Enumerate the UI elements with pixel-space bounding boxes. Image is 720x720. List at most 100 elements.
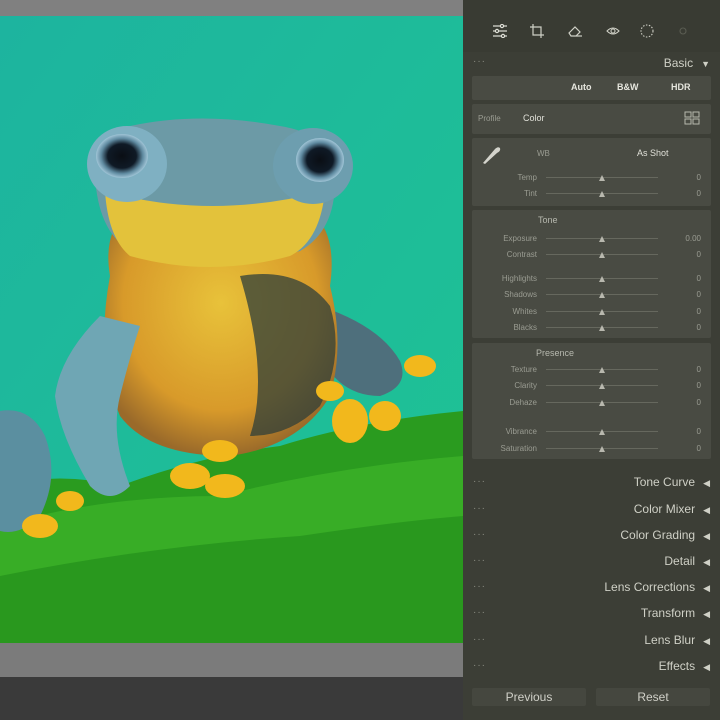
contrast-slider-row: Contrast 0 (472, 248, 711, 262)
texture-slider-thumb[interactable] (599, 367, 605, 373)
presence-subtitle: Presence (536, 348, 575, 358)
shadows-value[interactable]: 0 (697, 290, 701, 299)
presets-icon[interactable] (672, 20, 694, 42)
dehaze-value[interactable]: 0 (697, 398, 701, 407)
whites-label: Whites (512, 307, 537, 316)
sliders-icon[interactable] (489, 20, 511, 42)
vibrance-slider-thumb[interactable] (599, 429, 605, 435)
auto-row: Auto B&W HDR (472, 76, 711, 100)
chevron-left-icon: ◀ (703, 531, 710, 541)
tint-label: Tint (523, 189, 537, 198)
exposure-value[interactable]: 0.00 (685, 234, 701, 243)
section-drag-handle[interactable]: ··· (473, 476, 486, 487)
section-drag-handle[interactable]: ··· (473, 555, 486, 566)
shadows-slider-thumb[interactable] (599, 292, 605, 298)
chevron-left-icon: ◀ (703, 636, 710, 646)
section-header-effects[interactable]: Effects ◀ (659, 659, 710, 673)
dehaze-slider-row: Dehaze 0 (472, 396, 711, 410)
blacks-slider-thumb[interactable] (599, 325, 605, 331)
contrast-slider-thumb[interactable] (599, 252, 605, 258)
chevron-left-icon: ◀ (703, 583, 710, 593)
clarity-label: Clarity (514, 381, 537, 390)
saturation-slider-thumb[interactable] (599, 446, 605, 452)
eyedropper-icon[interactable] (480, 144, 502, 171)
saturation-label: Saturation (500, 444, 537, 453)
tint-slider-thumb[interactable] (599, 191, 605, 197)
section-drag-handle[interactable]: ··· (473, 503, 486, 514)
whites-value[interactable]: 0 (697, 307, 701, 316)
auto-button[interactable]: Auto (571, 82, 592, 92)
shadows-label: Shadows (504, 290, 537, 299)
filmstrip-bar (0, 677, 463, 720)
temp-value[interactable]: 0 (697, 173, 701, 182)
highlights-label: Highlights (501, 274, 537, 283)
edit-toolbar (463, 0, 720, 52)
exposure-slider-thumb[interactable] (599, 236, 605, 242)
profile-select[interactable]: Color (523, 113, 545, 123)
dehaze-slider-thumb[interactable] (599, 400, 605, 406)
clarity-value[interactable]: 0 (697, 381, 701, 390)
highlights-slider-thumb[interactable] (599, 276, 605, 282)
section-drag-handle[interactable]: ··· (473, 660, 486, 671)
section-drag-handle[interactable]: ··· (473, 581, 486, 592)
section-drag-handle[interactable]: ··· (473, 634, 486, 645)
temp-slider-row: Temp 0 (472, 171, 711, 185)
section-title: Effects (658, 659, 696, 673)
section-title: Lens Blur (644, 633, 696, 647)
temp-label: Temp (517, 173, 537, 182)
texture-slider-row: Texture 0 (472, 363, 711, 377)
crop-icon[interactable] (526, 20, 548, 42)
whites-slider-thumb[interactable] (599, 309, 605, 315)
texture-value[interactable]: 0 (697, 365, 701, 374)
reset-button[interactable]: Reset (596, 688, 710, 706)
bw-button[interactable]: B&W (617, 82, 639, 92)
section-header-color-grading[interactable]: Color Grading ◀ (620, 528, 710, 542)
eraser-icon[interactable] (564, 20, 586, 42)
saturation-value[interactable]: 0 (697, 444, 701, 453)
profile-browser-icon[interactable] (684, 110, 700, 131)
contrast-value[interactable]: 0 (697, 250, 701, 259)
section-title: Detail (664, 554, 696, 568)
section-title: Tone Curve (633, 475, 696, 489)
highlights-slider-row: Highlights 0 (472, 272, 711, 286)
section-drag-handle[interactable]: ··· (473, 56, 486, 67)
section-header-transform[interactable]: Transform ◀ (641, 606, 710, 620)
chevron-down-icon: ▼ (701, 59, 710, 69)
canvas-top-margin (0, 0, 463, 16)
section-header-detail[interactable]: Detail ◀ (664, 554, 710, 568)
blacks-value[interactable]: 0 (697, 323, 701, 332)
section-header-lens-blur[interactable]: Lens Blur ◀ (644, 633, 710, 647)
chevron-left-icon: ◀ (703, 557, 710, 567)
hdr-button[interactable]: HDR (671, 82, 691, 92)
canvas-bottom-margin (0, 643, 463, 677)
redeye-icon[interactable] (602, 20, 624, 42)
highlights-value[interactable]: 0 (697, 274, 701, 283)
exposure-slider-row: Exposure 0.00 (472, 232, 711, 246)
profile-row: Profile Color (472, 104, 711, 134)
masking-icon[interactable] (636, 20, 658, 42)
frog-photo[interactable] (0, 16, 463, 643)
tone-subtitle: Tone (538, 215, 558, 225)
basic-section-header[interactable]: Basic ▼ (664, 56, 710, 70)
previous-button[interactable]: Previous (472, 688, 586, 706)
wb-select[interactable]: As Shot (637, 148, 669, 158)
exposure-label: Exposure (503, 234, 537, 243)
clarity-slider-thumb[interactable] (599, 383, 605, 389)
shadows-slider-row: Shadows 0 (472, 288, 711, 302)
section-header-color-mixer[interactable]: Color Mixer ◀ (634, 502, 710, 516)
section-header-tone-curve[interactable]: Tone Curve ◀ (634, 475, 710, 489)
temp-slider-thumb[interactable] (599, 175, 605, 181)
section-drag-handle[interactable]: ··· (473, 529, 486, 540)
contrast-label: Contrast (506, 250, 537, 259)
section-title: Lens Corrections (604, 580, 696, 594)
chevron-left-icon: ◀ (703, 662, 710, 672)
section-drag-handle[interactable]: ··· (473, 607, 486, 618)
section-title: Color Mixer (633, 502, 696, 516)
tint-value[interactable]: 0 (697, 189, 701, 198)
section-header-lens-corrections[interactable]: Lens Corrections ◀ (604, 580, 710, 594)
vibrance-value[interactable]: 0 (697, 427, 701, 436)
blacks-slider-row: Blacks 0 (472, 321, 711, 335)
edit-panel: ··· Basic ▼ Auto B&W HDR Profile Color WB… (463, 0, 720, 720)
chevron-left-icon: ◀ (703, 505, 710, 515)
saturation-slider-row: Saturation 0 (472, 442, 711, 456)
